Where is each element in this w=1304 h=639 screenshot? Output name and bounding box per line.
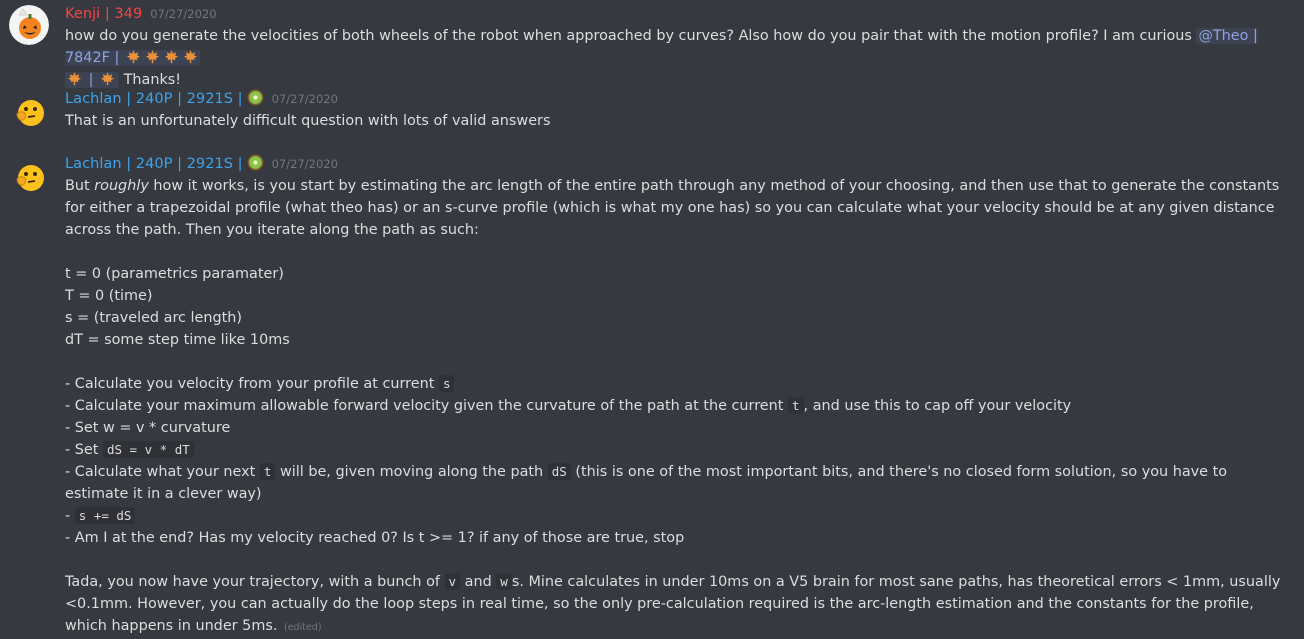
inline-code: t xyxy=(788,397,804,414)
step-line: - Am I at the end? Has my velocity reach… xyxy=(65,530,685,546)
message-text: Thanks! xyxy=(119,72,182,88)
message-content: how do you generate the velocities of bo… xyxy=(65,25,1293,91)
maple-leaf-icon xyxy=(126,49,140,64)
inline-code: dS xyxy=(547,463,571,480)
step-line: - Calculate what your next t will be, gi… xyxy=(65,461,1293,505)
text: will be, given moving along the path xyxy=(275,464,548,480)
step-line: - Calculate your maximum allowable forwa… xyxy=(65,395,1293,417)
text: how it works, is you start by estimating… xyxy=(65,178,1280,238)
text: - Set xyxy=(65,442,103,458)
step-line: - Calculate you velocity from your profi… xyxy=(65,373,1293,395)
definition-line: s = (traveled arc length) xyxy=(65,310,243,326)
mention-separator: | xyxy=(88,72,94,88)
inline-code: s xyxy=(438,375,455,392)
author-name[interactable]: Kenji | 349 xyxy=(65,5,142,22)
intro-paragraph: But roughly how it works, is you start b… xyxy=(65,175,1293,241)
author-name[interactable]: Lachlan | 240P | 2921S | xyxy=(65,155,243,172)
text: Tada, you now have your trajectory, with… xyxy=(65,574,445,590)
message-content: But roughly how it works, is you start b… xyxy=(65,175,1293,639)
step-line: - Set dS = v * dT xyxy=(65,439,1293,461)
text: - Calculate your maximum allowable forwa… xyxy=(65,398,789,414)
definition-line: t = 0 (parametrics paramater) xyxy=(65,266,284,282)
timestamp: 07/27/2020 xyxy=(271,157,338,171)
maple-leaf-icon xyxy=(100,71,115,86)
definition-line: dT = some step time like 10ms xyxy=(65,332,290,348)
outro-paragraph: Tada, you now have your trajectory, with… xyxy=(65,571,1293,639)
avatar-thinking-face-icon[interactable] xyxy=(9,157,49,197)
inline-code: w xyxy=(496,573,512,590)
kiwi-emoji-icon xyxy=(247,154,264,171)
author-name[interactable]: Lachlan | 240P | 2921S | xyxy=(65,90,243,107)
avatar-pumpkin-icon[interactable] xyxy=(9,5,49,45)
text: and xyxy=(460,574,497,590)
step-line: - Set w = v * curvature xyxy=(65,420,231,436)
maple-leaf-icon xyxy=(145,49,159,64)
inline-code: v xyxy=(444,573,461,590)
message-text: how do you generate the velocities of bo… xyxy=(65,28,1197,44)
text: - Calculate what your next xyxy=(65,464,260,480)
edited-indicator: (edited) xyxy=(284,622,322,633)
definition-line: T = 0 (time) xyxy=(65,288,153,304)
text: - Calculate you velocity from your profi… xyxy=(65,376,439,392)
step-line: - s += dS xyxy=(65,505,1293,527)
text: , and use this to cap off your velocity xyxy=(803,398,1072,414)
timestamp: 07/27/2020 xyxy=(271,92,338,106)
inline-code: t xyxy=(259,463,276,480)
maple-leaf-icon xyxy=(183,49,197,64)
timestamp: 07/27/2020 xyxy=(150,7,217,21)
maple-leaf-icon xyxy=(67,71,82,86)
kiwi-emoji-icon xyxy=(247,89,264,106)
emphasis-text: roughly xyxy=(94,178,149,194)
inline-code: s += dS xyxy=(74,507,136,524)
inline-code: dS = v * dT xyxy=(102,441,194,458)
text: - xyxy=(65,508,75,524)
avatar-thinking-face-icon[interactable] xyxy=(9,92,49,132)
message-content: That is an unfortunately difficult quest… xyxy=(65,113,551,129)
maple-leaf-icon xyxy=(164,49,178,64)
text: But xyxy=(65,178,95,194)
